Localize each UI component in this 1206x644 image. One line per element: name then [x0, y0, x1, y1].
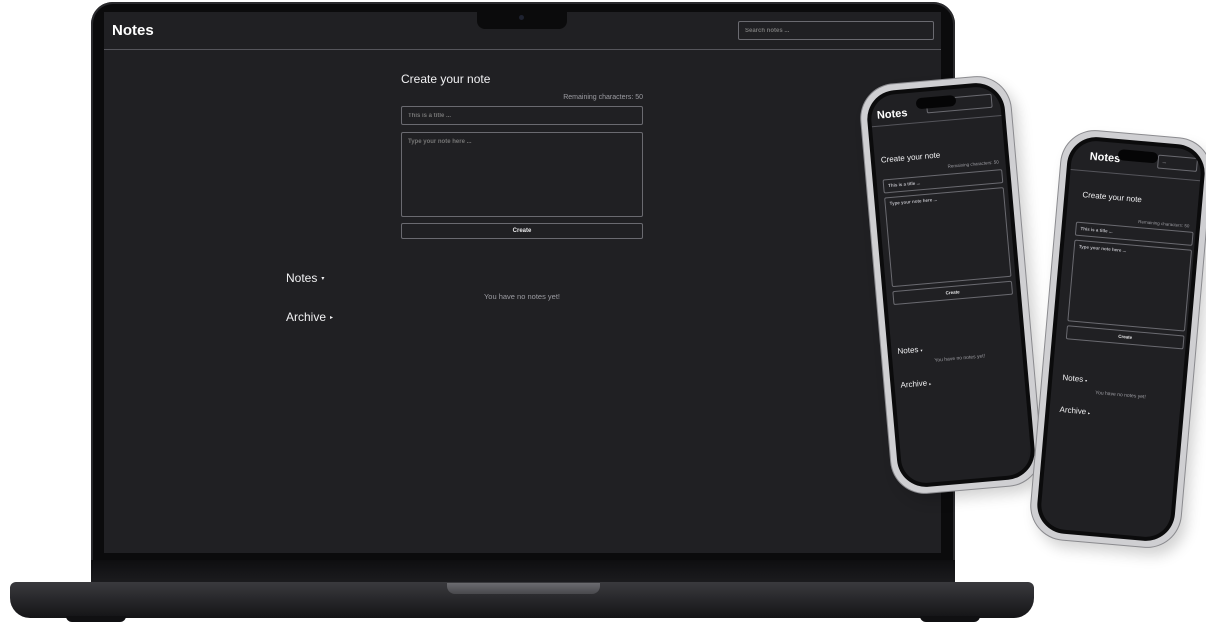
- caret-down-icon: ▾: [1084, 378, 1088, 384]
- archive-section-label: Archive: [286, 310, 327, 324]
- form-heading: Create your note: [401, 72, 491, 86]
- phone-left-app-title: Notes: [876, 107, 908, 122]
- phone-left-bezel: Notes tes ... Create your note Remaining…: [864, 80, 1038, 490]
- phone-left-form-heading: Create your note: [880, 150, 941, 165]
- phone-right-archive-toggle[interactable]: Archive▸: [1059, 405, 1090, 417]
- phone-left-notes-toggle[interactable]: Notes▾: [897, 345, 923, 356]
- phone-right-app-title: Notes: [1089, 150, 1121, 166]
- phone-right-form-heading: Create your note: [1082, 190, 1143, 205]
- remaining-characters: Remaining characters: 50: [563, 94, 643, 101]
- dynamic-island-icon: [1117, 149, 1159, 164]
- notes-section-label: Notes: [286, 271, 318, 285]
- note-body-textarea[interactable]: [401, 132, 643, 217]
- laptop-screen: Notes Create your note Remaining charact…: [104, 12, 941, 553]
- laptop-foot-right: [920, 616, 980, 622]
- create-button[interactable]: Create: [401, 223, 643, 239]
- phone-right-bezel: Notes ... Create your note Remaining cha…: [1034, 134, 1206, 544]
- phone-right: Notes ... Create your note Remaining cha…: [1028, 128, 1206, 550]
- phone-left-body-textarea[interactable]: Type your note here ...: [884, 187, 1012, 288]
- caret-right-icon: ▸: [1087, 410, 1091, 416]
- caret-down-icon: ▾: [321, 276, 325, 283]
- caret-right-icon: ▸: [330, 315, 334, 322]
- phone-right-search[interactable]: ...: [1156, 154, 1199, 172]
- caret-right-icon: ▸: [928, 381, 932, 387]
- camera-icon: [519, 15, 524, 20]
- laptop-trackpad-notch: [447, 583, 600, 594]
- note-form: Create your note Remaining characters: 5…: [401, 68, 643, 239]
- laptop-notch: [477, 12, 567, 29]
- caret-down-icon: ▾: [920, 347, 923, 353]
- phone-left-screen: Notes tes ... Create your note Remaining…: [869, 85, 1033, 485]
- empty-notes-message: You have no notes yet!: [483, 292, 561, 301]
- phone-left-notes-label: Notes: [897, 345, 919, 356]
- phone-right-archive-label: Archive: [1059, 404, 1087, 417]
- phone-left-archive-label: Archive: [900, 378, 928, 390]
- laptop-hinge: [91, 560, 955, 582]
- phone-right-notes-label: Notes: [1062, 373, 1084, 384]
- phone-right-body-textarea[interactable]: Type your note here ...: [1067, 239, 1193, 332]
- notes-section-toggle[interactable]: Notes ▾: [286, 271, 324, 285]
- app-title: Notes: [112, 22, 154, 39]
- laptop-foot-left: [66, 616, 126, 622]
- phone-left-empty-message: You have no notes yet!: [934, 353, 986, 364]
- phone-left-archive-toggle[interactable]: Archive▸: [900, 378, 932, 390]
- phone-left-remaining: Remaining characters: 50: [947, 159, 999, 169]
- search-input[interactable]: [738, 21, 934, 40]
- device-mockup-scene: Notes Create your note Remaining charact…: [0, 0, 1206, 644]
- archive-section-toggle[interactable]: Archive ▸: [286, 310, 333, 324]
- phone-right-notes-toggle[interactable]: Notes▾: [1062, 373, 1088, 384]
- note-title-input[interactable]: [401, 106, 643, 125]
- phone-right-screen: Notes ... Create your note Remaining cha…: [1039, 139, 1203, 539]
- phone-right-header-divider: [1070, 168, 1201, 182]
- phone-right-empty-message: You have no notes yet!: [1094, 389, 1146, 401]
